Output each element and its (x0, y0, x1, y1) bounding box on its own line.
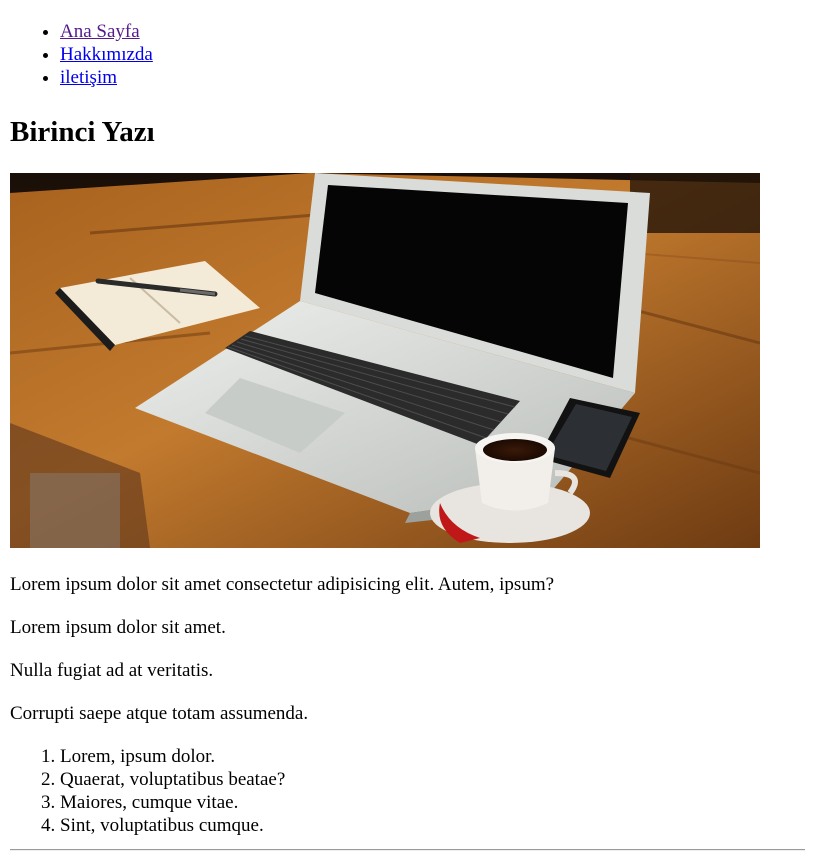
nav-link-contact[interactable]: iletişim (60, 67, 117, 88)
nav-link-home[interactable]: Ana Sayfa (60, 21, 140, 42)
nav-item-contact: iletişim (60, 66, 153, 89)
post-paragraph: Lorem ipsum dolor sit amet consectetur a… (10, 574, 555, 595)
post-paragraph: Corrupti saepe atque totam assumenda. (10, 703, 309, 724)
nav-item-about: Hakkımızda (60, 43, 153, 66)
list-item: Maiores, cumque vitae. (60, 791, 285, 814)
post-image (10, 173, 760, 548)
nav-menu: Ana Sayfa Hakkımızda iletişim (0, 20, 153, 89)
nav-link-about[interactable]: Hakkımızda (60, 44, 153, 65)
post-paragraph: Nulla fugiat ad at veritatis. (10, 660, 214, 681)
post-paragraph: Lorem ipsum dolor sit amet. (10, 617, 226, 638)
list-item: Lorem, ipsum dolor. (60, 745, 285, 768)
nav-item-home: Ana Sayfa (60, 20, 153, 43)
post-title: Birinci Yazı (10, 116, 155, 148)
horizontal-divider (10, 849, 805, 851)
list-item: Quaerat, voluptatibus beatae? (60, 768, 285, 791)
laptop-desk-photo (10, 173, 760, 548)
post-ordered-list: Lorem, ipsum dolor. Quaerat, voluptatibu… (0, 745, 285, 837)
list-item: Sint, voluptatibus cumque. (60, 814, 285, 837)
page: Ana Sayfa Hakkımızda iletişim Birinci Ya… (0, 0, 815, 860)
